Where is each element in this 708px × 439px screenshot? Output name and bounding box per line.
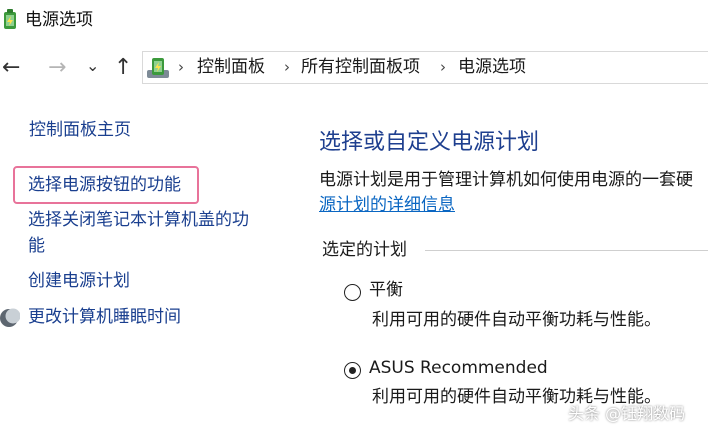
back-button[interactable]: ←: [2, 57, 20, 79]
recent-locations-button[interactable]: ⌄: [86, 55, 99, 77]
plan-description-balanced: 利用可用的硬件自动平衡功耗与性能。: [372, 310, 661, 330]
group-divider: [425, 250, 708, 251]
sidebar-item-create-plan[interactable]: 创建电源计划: [28, 268, 130, 294]
sidebar-item-sleep-time[interactable]: 更改计算机睡眠时间: [28, 304, 181, 330]
breadcrumb-separator: ›: [440, 58, 446, 76]
breadcrumb-separator: ›: [178, 58, 184, 76]
sidebar-item-control-panel-home[interactable]: 控制面板主页: [29, 117, 131, 143]
breadcrumb-control-panel[interactable]: 控制面板: [197, 56, 265, 78]
breadcrumb-power-options[interactable]: 电源选项: [458, 56, 526, 78]
sidebar-item-label: 能: [28, 236, 45, 256]
breadcrumb-separator: ›: [284, 58, 290, 76]
selected-plans-label: 选定的计划: [322, 240, 407, 260]
control-panel-icon: [145, 54, 171, 80]
up-button[interactable]: ↑: [114, 57, 132, 79]
page-description: 电源计划是用于管理计算机如何使用电源的一套硬: [319, 170, 693, 190]
sidebar-item-lid-close[interactable]: 选择关闭笔记本计算机盖的功 能: [28, 207, 249, 259]
plan-name-asus-recommended[interactable]: ASUS Recommended: [369, 356, 548, 380]
sidebar-item-label: 选择关闭笔记本计算机盖的功: [28, 210, 249, 230]
plan-radio-asus-recommended[interactable]: [344, 362, 361, 379]
radio-selected-dot: [348, 366, 356, 374]
plan-details-link[interactable]: 源计划的详细信息: [319, 193, 455, 217]
plan-radio-balanced[interactable]: [344, 284, 361, 301]
window-title: 电源选项: [25, 10, 93, 30]
watermark: 头条 @钰翔数码: [568, 404, 686, 423]
breadcrumb-all-items[interactable]: 所有控制面板项: [301, 56, 420, 78]
moon-icon: [0, 307, 21, 329]
page-title: 选择或自定义电源计划: [319, 130, 540, 155]
sidebar-item-power-button[interactable]: 选择电源按钮的功能: [28, 172, 181, 198]
plan-name-balanced[interactable]: 平衡: [369, 278, 403, 302]
forward-button[interactable]: →: [48, 57, 66, 79]
power-options-icon: [0, 9, 20, 31]
